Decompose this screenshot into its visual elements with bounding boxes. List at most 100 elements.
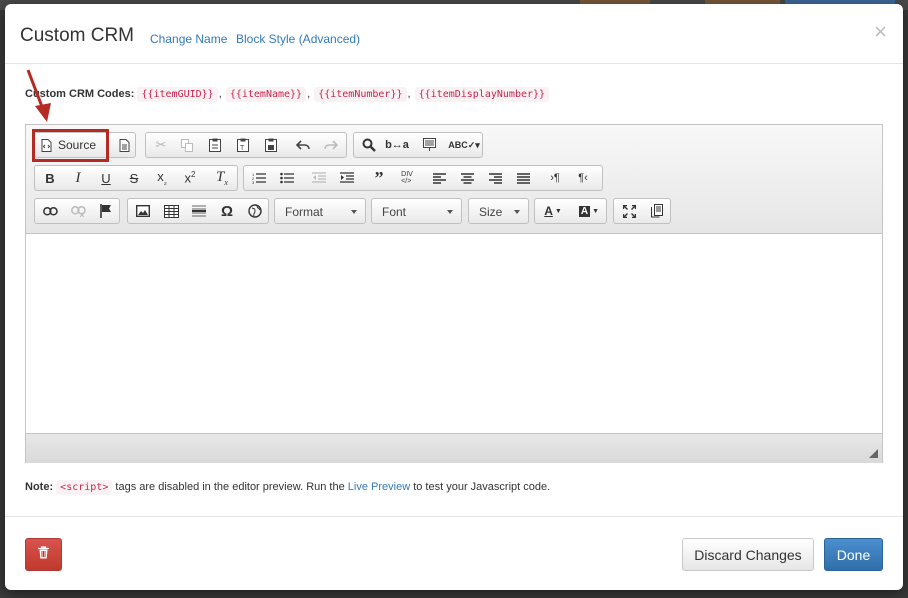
font-dropdown[interactable]: Font xyxy=(371,198,462,224)
paste-text-icon: T xyxy=(237,138,249,152)
code-item-number: {{itemNumber}} xyxy=(314,87,407,102)
paste-text-button[interactable]: T xyxy=(230,135,256,155)
underline-icon: U xyxy=(101,170,111,186)
indent-button[interactable] xyxy=(334,168,360,188)
svg-text:T: T xyxy=(240,145,245,152)
select-all-icon xyxy=(422,138,436,152)
unlink-icon xyxy=(70,205,86,217)
source-button[interactable]: Source xyxy=(37,135,107,155)
note-script-code: <script> xyxy=(56,480,113,495)
rtl-button[interactable]: ¶‹ xyxy=(570,168,596,188)
bold-button[interactable]: B xyxy=(37,168,63,188)
svg-text:3: 3 xyxy=(252,180,255,184)
align-center-button[interactable] xyxy=(454,168,480,188)
resize-handle-icon[interactable] xyxy=(869,449,878,458)
horizontal-rule-icon xyxy=(192,205,206,217)
toolbar-group-colors: A ▼ A ▼ xyxy=(534,198,607,224)
background-color-button[interactable]: A ▼ xyxy=(573,201,605,221)
chevron-down-icon xyxy=(514,210,520,214)
strike-button[interactable]: S xyxy=(121,168,147,188)
crm-codes-row: Custom CRM Codes: {{itemGUID}}, {{itemNa… xyxy=(25,87,550,102)
paste-word-button[interactable] xyxy=(258,135,284,155)
code-item-display-number: {{itemDisplayNumber}} xyxy=(414,87,550,102)
format-dropdown[interactable]: Format xyxy=(274,198,366,224)
italic-button[interactable]: I xyxy=(65,168,91,188)
justify-icon xyxy=(516,172,530,184)
ltr-button[interactable]: ›¶ xyxy=(542,168,568,188)
editor-toolbar: Source ✂ T b↔a ABC✓▾ B I U S x₂ x2 Tx 1 … xyxy=(26,125,882,234)
iframe-button[interactable] xyxy=(242,201,268,221)
bold-icon: B xyxy=(45,170,55,186)
spellcheck-button[interactable]: ABC✓▾ xyxy=(448,135,480,155)
note-text-before: tags are disabled in the editor preview.… xyxy=(115,481,345,493)
outdent-button[interactable] xyxy=(306,168,332,188)
toolbar-group-tools xyxy=(613,198,671,224)
remove-format-button[interactable]: Tx xyxy=(209,168,235,188)
subscript-button[interactable]: x₂ xyxy=(149,168,175,188)
subscript-icon: x₂ xyxy=(157,169,167,187)
change-name-link[interactable]: Change Name xyxy=(150,32,227,46)
note-label: Note: xyxy=(25,481,54,493)
editor-content-area[interactable] xyxy=(26,234,882,433)
horizontal-rule-button[interactable] xyxy=(186,201,212,221)
align-center-icon xyxy=(460,172,474,184)
modal-title: Custom CRM xyxy=(20,25,135,46)
paste-button[interactable] xyxy=(202,135,228,155)
text-color-button[interactable]: A ▼ xyxy=(537,201,569,221)
done-button[interactable]: Done xyxy=(824,538,883,571)
numbered-list-icon: 123 xyxy=(252,172,266,184)
preview-button[interactable] xyxy=(111,135,137,155)
crm-codes-label: Custom CRM Codes: xyxy=(25,88,135,100)
source-label: Source xyxy=(58,138,97,152)
size-dropdown[interactable]: Size xyxy=(468,198,529,224)
undo-button[interactable] xyxy=(290,135,316,155)
image-button[interactable] xyxy=(130,201,156,221)
bulleted-list-button[interactable] xyxy=(274,168,300,188)
toolbar-group-document: Source xyxy=(34,132,136,158)
font-label: Font xyxy=(382,205,407,219)
outdent-icon xyxy=(312,172,326,184)
delete-button[interactable] xyxy=(25,538,62,571)
underline-button[interactable]: U xyxy=(93,168,119,188)
toolbar-group-insert: Ω xyxy=(127,198,269,224)
blockquote-button[interactable]: ” xyxy=(366,168,392,188)
show-blocks-button[interactable] xyxy=(644,201,670,221)
replace-button[interactable]: b↔a xyxy=(384,135,410,155)
editor-status-bar xyxy=(26,433,882,463)
toolbar-group-editing: b↔a ABC✓▾ xyxy=(353,132,483,158)
toolbar-group-paragraph: 123 ” DIV </> ›¶ ¶‹ xyxy=(243,165,603,191)
search-icon xyxy=(362,138,376,152)
superscript-button[interactable]: x2 xyxy=(177,168,203,188)
select-all-button[interactable] xyxy=(416,135,442,155)
unlink-button[interactable] xyxy=(65,201,91,221)
close-icon[interactable]: × xyxy=(874,21,887,43)
discard-changes-button[interactable]: Discard Changes xyxy=(682,538,814,571)
block-style-link[interactable]: Block Style (Advanced) xyxy=(236,32,360,46)
find-button[interactable] xyxy=(356,135,382,155)
undo-icon xyxy=(296,139,310,151)
numbered-list-button[interactable]: 123 xyxy=(246,168,272,188)
special-char-button[interactable]: Ω xyxy=(214,201,240,221)
code-separator: , xyxy=(407,88,411,100)
cut-button[interactable]: ✂ xyxy=(148,135,174,155)
text-color-icon: A xyxy=(544,204,553,218)
justify-button[interactable] xyxy=(510,168,536,188)
globe-icon xyxy=(248,204,262,218)
superscript-icon: x2 xyxy=(184,170,196,186)
chevron-down-icon: ▼ xyxy=(554,207,562,215)
anchor-button[interactable] xyxy=(93,201,119,221)
link-button[interactable] xyxy=(37,201,63,221)
code-item-guid: {{itemGUID}} xyxy=(137,87,218,102)
align-right-button[interactable] xyxy=(482,168,508,188)
align-left-button[interactable] xyxy=(426,168,452,188)
live-preview-link[interactable]: Live Preview xyxy=(348,481,410,493)
table-button[interactable] xyxy=(158,201,184,221)
strikethrough-icon: S xyxy=(129,170,139,186)
copy-button[interactable] xyxy=(174,135,200,155)
redo-button[interactable] xyxy=(318,135,344,155)
align-right-icon xyxy=(488,172,502,184)
maximize-icon xyxy=(622,204,636,218)
rich-text-editor: Source ✂ T b↔a ABC✓▾ B I U S x₂ x2 Tx 1 … xyxy=(25,124,883,463)
maximize-button[interactable] xyxy=(616,201,642,221)
div-container-button[interactable]: DIV </> xyxy=(394,168,420,188)
